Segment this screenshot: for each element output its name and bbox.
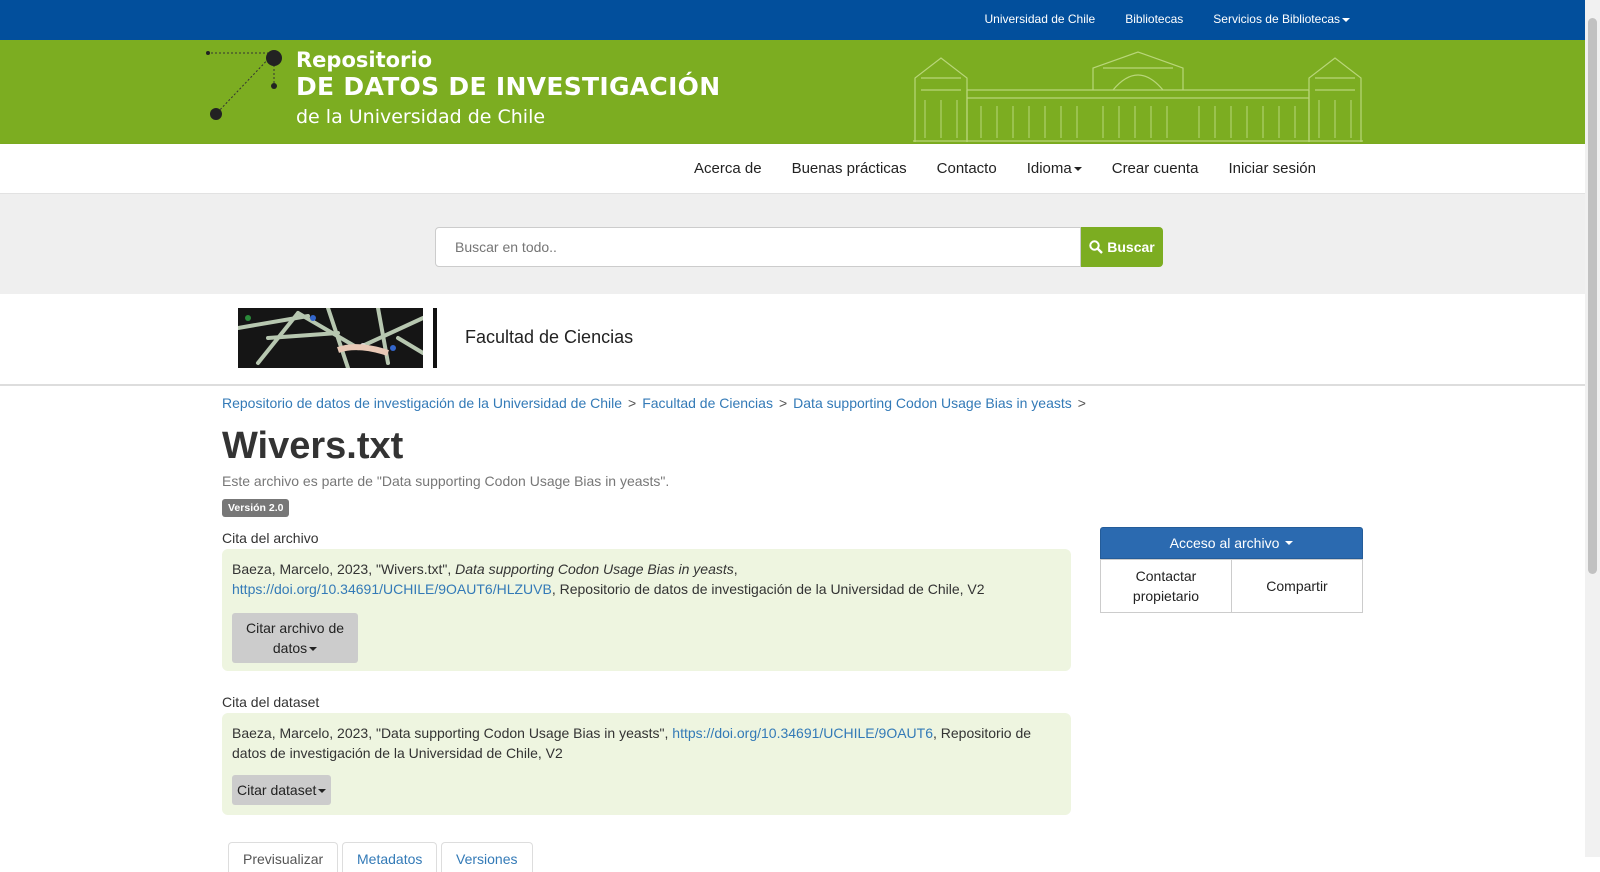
breadcrumb: Repositorio de datos de investigación de… (222, 395, 1092, 411)
search-icon (1089, 240, 1104, 254)
top-link-bibliotecas[interactable]: Bibliotecas (1125, 12, 1183, 26)
contact-owner-line1: Contactar (1135, 568, 1197, 584)
breadcrumb-separator: > (1077, 395, 1086, 411)
page-subtitle: Este archivo es parte de "Data supportin… (222, 473, 670, 489)
file-citation-comma: , (733, 561, 738, 577)
breadcrumb-item-dataset[interactable]: Data supporting Codon Usage Bias in yeas… (793, 395, 1072, 411)
breadcrumb-item-repositorio[interactable]: Repositorio de datos de investigación de… (222, 395, 622, 411)
site-banner: Repositorio DE DATOS DE INVESTIGACIÓN de… (0, 40, 1585, 144)
logo-line-2: DE DATOS DE INVESTIGACIÓN (296, 72, 721, 101)
search-button-label: Buscar (1107, 239, 1155, 255)
file-doi-link[interactable]: https://doi.org/10.34691/UCHILE/9OAUT6/H… (232, 581, 552, 597)
page-scrollbar[interactable] (1585, 0, 1600, 857)
breadcrumb-separator: > (778, 395, 788, 411)
nav-item-contacto[interactable]: Contacto (937, 160, 997, 177)
cite-file-button[interactable]: Citar archivo de datos (232, 613, 358, 663)
cite-file-button-line1: Citar archivo de (245, 620, 345, 636)
file-citation-prefix: Baeza, Marcelo, 2023, "Wivers.txt", (232, 561, 456, 577)
site-logo-text[interactable]: Repositorio DE DATOS DE INVESTIGACIÓN de… (296, 48, 720, 132)
contact-owner-button[interactable]: Contactar propietario (1100, 559, 1232, 613)
share-label: Compartir (1266, 578, 1328, 594)
logo-line-1: Repositorio (296, 48, 433, 72)
top-link-servicios-label: Servicios de Bibliotecas (1213, 12, 1340, 26)
molecular-model-image (238, 308, 423, 368)
divider (433, 308, 437, 368)
share-button[interactable]: Compartir (1231, 559, 1363, 613)
cite-file-button-line2: datos (272, 640, 308, 656)
dataset-citation-box: Baeza, Marcelo, 2023, "Data supporting C… (222, 713, 1071, 815)
nav-items: Acerca de Buenas prácticas Contacto Idio… (694, 160, 1316, 177)
file-citation-text: Baeza, Marcelo, 2023, "Wivers.txt", Data… (232, 559, 1061, 599)
nav-item-acerca[interactable]: Acerca de (694, 160, 762, 177)
logo-icon (206, 50, 282, 120)
tab-preview[interactable]: Previsualizar (228, 842, 338, 872)
main-nav: Acerca de Buenas prácticas Contacto Idio… (0, 144, 1585, 194)
nav-item-iniciar-sesion[interactable]: Iniciar sesión (1228, 160, 1316, 177)
faculty-header: Facultad de Ciencias (0, 294, 1585, 386)
faculty-name[interactable]: Facultad de Ciencias (465, 327, 633, 348)
file-citation-suffix: , Repositorio de datos de investigación … (551, 581, 985, 597)
chevron-down-icon (1073, 167, 1082, 172)
chevron-down-icon (318, 789, 327, 794)
contact-owner-label: Contactar propietario (1133, 566, 1199, 606)
top-bar: Universidad de Chile Bibliotecas Servici… (0, 0, 1585, 40)
chevron-down-icon (309, 647, 318, 652)
page-title: Wivers.txt (222, 425, 404, 467)
tab-versions[interactable]: Versiones (441, 842, 533, 872)
chevron-down-icon (1342, 17, 1350, 22)
file-citation-box: Baeza, Marcelo, 2023, "Wivers.txt", Data… (222, 549, 1071, 671)
scrollbar-thumb[interactable] (1588, 18, 1597, 574)
dataset-citation-label: Cita del dataset (222, 694, 320, 710)
dataset-citation-text: Baeza, Marcelo, 2023, "Data supporting C… (232, 723, 1061, 763)
dataset-citation-prefix: Baeza, Marcelo, 2023, "Data supporting C… (232, 725, 673, 741)
chevron-down-icon (1285, 541, 1294, 545)
cite-dataset-button-label: Citar dataset (237, 782, 317, 798)
file-citation-dataset-title: Data supporting Codon Usage Bias in yeas… (455, 561, 734, 577)
dataset-doi-link[interactable]: https://doi.org/10.34691/UCHILE/9OAUT6 (672, 725, 933, 741)
tab-metadata[interactable]: Metadatos (342, 842, 437, 872)
file-citation-label: Cita del archivo (222, 530, 319, 546)
faculty-image[interactable] (238, 308, 423, 368)
logo-line-3: de la Universidad de Chile (296, 106, 546, 128)
search-input[interactable] (435, 227, 1081, 267)
breadcrumb-item-facultad[interactable]: Facultad de Ciencias (642, 395, 773, 411)
cite-dataset-button[interactable]: Citar dataset (232, 775, 332, 805)
version-badge: Versión 2.0 (222, 499, 290, 517)
breadcrumb-separator: > (628, 395, 637, 411)
top-link-universidad[interactable]: Universidad de Chile (985, 12, 1096, 26)
top-links: Universidad de Chile Bibliotecas Servici… (985, 12, 1350, 26)
nav-item-idioma-label: Idioma (1026, 160, 1072, 177)
file-access-button[interactable]: Acceso al archivo (1100, 527, 1363, 559)
top-link-servicios[interactable]: Servicios de Bibliotecas (1213, 12, 1350, 26)
nav-item-buenas-practicas[interactable]: Buenas prácticas (792, 160, 907, 177)
file-tabs: Previsualizar Metadatos Versiones (228, 842, 533, 872)
search-section: Buscar (0, 194, 1585, 294)
building-illustration-icon (913, 51, 1363, 142)
search-button[interactable]: Buscar (1081, 227, 1163, 267)
contact-owner-line2: propietario (1132, 588, 1200, 604)
file-access-label: Acceso al archivo (1169, 535, 1280, 551)
nav-item-idioma[interactable]: Idioma (1027, 160, 1082, 177)
nav-item-crear-cuenta[interactable]: Crear cuenta (1112, 160, 1199, 177)
